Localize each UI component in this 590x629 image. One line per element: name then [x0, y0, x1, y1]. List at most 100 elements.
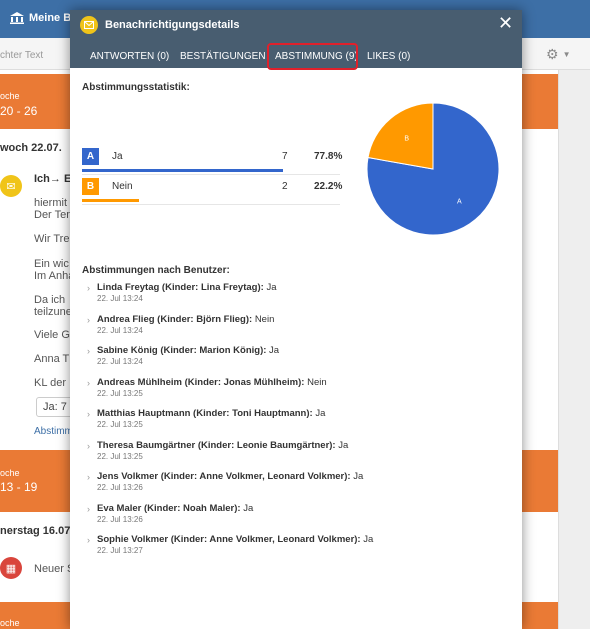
week-range: 20 - 26: [0, 104, 38, 118]
message-line: Da ich: [34, 294, 66, 306]
vote-item[interactable]: › Linda Freytag (Kinder: Lina Freytag): J…: [87, 282, 507, 308]
close-icon[interactable]: ✕: [498, 13, 513, 34]
week-range: 13 - 19: [0, 480, 38, 494]
option-label: Ja: [112, 151, 123, 162]
vote-line: Sophie Volkmer (Kinder: Anne Volkmer, Le…: [97, 534, 373, 545]
modal-title: Benachrichtigungsdetails: [105, 19, 240, 31]
calendar-icon: ▦: [0, 557, 22, 579]
envelope-icon: [80, 16, 98, 34]
vote-answer: Ja: [315, 408, 326, 419]
divider: [82, 174, 340, 175]
votes-title: Abstimmungen nach Benutzer:: [82, 265, 230, 276]
active-tab-highlight: [267, 43, 358, 70]
message-title[interactable]: Neuer S: [34, 563, 74, 575]
voter-name: Matthias Hauptmann (Kinder: Toni Hauptma…: [97, 408, 313, 419]
vote-timestamp: 22. Jul 13:25: [97, 388, 143, 398]
library-icon: [10, 12, 24, 24]
message-line: Viele G: [34, 329, 70, 341]
chevron-right-icon: ›: [87, 535, 90, 545]
vote-item[interactable]: › Andreas Mühlheim (Kinder: Jonas Mühlhei…: [87, 377, 507, 403]
vote-answer: Ja: [353, 471, 364, 482]
vote-timestamp: 22. Jul 13:26: [97, 514, 143, 524]
gear-icon: ⚙: [546, 46, 559, 62]
vote-item[interactable]: › Theresa Baumgärtner (Kinder: Leonie Bau…: [87, 440, 507, 466]
search-input[interactable]: chter Text: [0, 50, 43, 61]
option-bar-fill: [82, 169, 283, 172]
vote-answer: Ja: [338, 439, 349, 451]
message-line: Im Anha: [34, 270, 75, 282]
message-line: Anna T: [34, 353, 70, 365]
vote-line: Theresa Baumgärtner (Kinder: Leonie Baum…: [97, 440, 348, 451]
option-count: 2: [282, 181, 288, 192]
pie-label: B: [404, 136, 409, 143]
message-line: Der Ten: [34, 209, 73, 221]
tab-confirmations[interactable]: BESTÄTIGUNGEN: [180, 51, 266, 62]
vote-line: Andrea Flieg (Kinder: Björn Flieg): Nein: [97, 314, 274, 325]
divider: [82, 204, 340, 205]
vote-timestamp: 22. Jul 13:25: [97, 451, 143, 461]
vote-item[interactable]: › Jens Volkmer (Kinder: Anne Volkmer, Leo…: [87, 471, 507, 497]
voter-name: Theresa Baumgärtner (Kinder: Leonie Baum…: [97, 439, 336, 451]
vote-link[interactable]: Abstimm: [34, 426, 73, 437]
week-label: oche: [0, 618, 20, 628]
poll-pie-chart: AB: [366, 102, 500, 236]
vote-timestamp: 22. Jul 13:24: [97, 357, 143, 366]
vote-line: Linda Freytag (Kinder: Lina Freytag): Ja: [97, 282, 276, 293]
vote-item[interactable]: › Matthias Hauptmann (Kinder: Toni Hauptm…: [87, 408, 507, 434]
chevron-right-icon: ›: [87, 314, 90, 325]
vote-timestamp: 22. Jul 13:24: [97, 294, 143, 303]
tab-answers[interactable]: ANTWORTEN (0): [90, 51, 169, 62]
option-badge: B: [82, 178, 99, 195]
voter-name: Andreas Mühlheim (Kinder: Jonas Mühlheim…: [97, 376, 305, 388]
stats-title: Abstimmungsstatistik:: [82, 82, 190, 93]
option-bar-track: [82, 199, 340, 202]
voter-name: Linda Freytag (Kinder: Lina Freytag):: [97, 282, 264, 293]
voter-name: Sophie Volkmer (Kinder: Anne Volkmer, Le…: [97, 534, 361, 545]
vote-answer: Ja: [243, 502, 254, 514]
vote-answer: Ja: [266, 282, 277, 293]
option-bar-fill: [82, 199, 140, 202]
message-line: KL der: [34, 377, 67, 389]
voter-name: Jens Volkmer (Kinder: Anne Volkmer, Leon…: [97, 471, 351, 482]
chevron-down-icon: ▼: [562, 50, 571, 59]
vote-timestamp: 22. Jul 13:27: [97, 546, 143, 555]
message-line: Wir Tre: [34, 233, 70, 245]
stat-row-b: B Nein 2 22.2%: [82, 178, 343, 205]
envelope-icon: ✉: [0, 175, 22, 197]
chevron-right-icon: ›: [87, 283, 90, 293]
tab-likes[interactable]: LIKES (0): [367, 51, 410, 62]
vote-timestamp: 22. Jul 13:25: [97, 420, 143, 429]
vote-item[interactable]: › Sophie Volkmer (Kinder: Anne Volkmer, L…: [87, 534, 507, 560]
vote-line: Eva Maler (Kinder: Noah Maler): Ja: [97, 503, 253, 514]
voter-name: Andrea Flieg (Kinder: Björn Flieg):: [97, 313, 253, 325]
option-bar-track: [82, 169, 340, 172]
chevron-right-icon: ›: [87, 503, 90, 514]
right-panel: [558, 70, 590, 629]
vote-item[interactable]: › Eva Maler (Kinder: Noah Maler): Ja 22. J…: [87, 503, 507, 529]
day-header: woch 22.07.: [0, 142, 62, 154]
vote-answer: Ja: [269, 345, 280, 356]
message-line: Ein wic: [34, 258, 69, 270]
week-label: oche: [0, 91, 20, 101]
stat-row-a: A Ja 7 77.8%: [82, 148, 342, 175]
vote-timestamp: 22. Jul 13:24: [97, 325, 143, 335]
vote-item[interactable]: › Sabine König (Kinder: Marion König): Ja…: [87, 345, 507, 371]
pie-slice-b: [367, 102, 434, 170]
chevron-right-icon: ›: [87, 409, 90, 419]
message-title[interactable]: Ich→ E: [34, 173, 71, 185]
option-badge: A: [82, 148, 99, 165]
vote-line: Andreas Mühlheim (Kinder: Jonas Mühlheim…: [97, 377, 327, 388]
vote-answer: Ja: [363, 534, 374, 545]
option-label: Nein: [112, 181, 133, 192]
vote-timestamp: 22. Jul 13:26: [97, 483, 143, 492]
chevron-right-icon: ›: [87, 472, 90, 482]
settings-menu[interactable]: ⚙ ▼: [546, 46, 570, 63]
option-count: 7: [282, 151, 288, 162]
vote-item[interactable]: › Andrea Flieg (Kinder: Björn Flieg): Nei…: [87, 314, 507, 340]
vote-line: Sabine König (Kinder: Marion König): Ja: [97, 345, 279, 356]
week-label: oche: [0, 468, 20, 478]
option-percent: 22.2%: [314, 181, 343, 192]
chevron-right-icon: ›: [87, 346, 90, 356]
chevron-right-icon: ›: [87, 440, 90, 451]
vote-answer: Nein: [254, 313, 275, 325]
